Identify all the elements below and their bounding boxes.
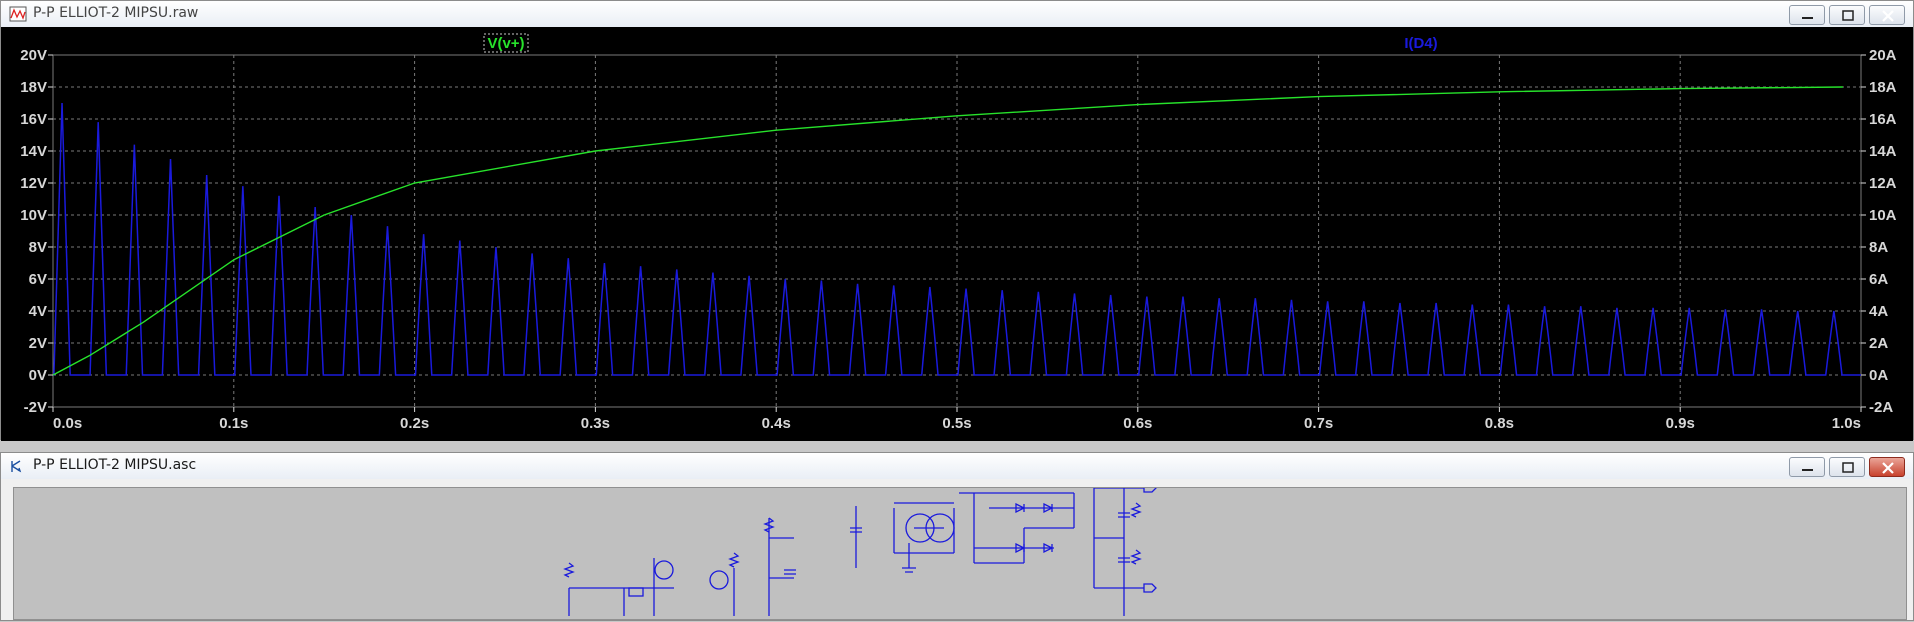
x-tick-label: 0.5s [942, 415, 971, 432]
schematic-resistor [728, 552, 740, 568]
y-right-tick-label: -2A [1869, 399, 1893, 416]
close-button[interactable] [1869, 457, 1905, 477]
minimize-icon [1802, 469, 1813, 471]
waveform-chart[interactable]: 20V 20A 18V 18A 16V 16A 14V 14A 12V 12A 10V 10A 8V 8A… [1, 27, 1913, 441]
y-left-tick-label: -2V [24, 399, 47, 416]
close-icon [1882, 462, 1894, 474]
y-right-tick-label: 10A [1869, 207, 1897, 224]
x-tick-label: 0.1s [219, 415, 248, 432]
y-right-tick-label: 16A [1869, 111, 1897, 128]
y-right-tick-label: 12A [1869, 175, 1897, 192]
y-right-tick-label: 20A [1869, 47, 1897, 64]
x-tick-label: 0.0s [53, 415, 82, 432]
minimize-icon [1802, 17, 1813, 19]
restore-icon [1842, 10, 1854, 21]
y-left-tick-label: 12V [20, 175, 47, 192]
x-tick-label: 0.3s [581, 415, 610, 432]
x-tick-label: 0.9s [1666, 415, 1695, 432]
window-title: P-P ELLIOT-2 MIPSU.raw [33, 5, 199, 21]
waveform-file-icon [9, 6, 27, 22]
maximize-button[interactable] [1829, 457, 1865, 477]
x-tick-label: 0.2s [400, 415, 429, 432]
schematic-wire [902, 543, 916, 573]
schematic-titlebar[interactable]: P-P ELLIOT-2 MIPSU.asc [1, 453, 1913, 479]
close-icon [1882, 10, 1894, 22]
trace-i-d4[interactable] [53, 102, 1861, 376]
x-tick-label: 0.4s [762, 415, 791, 432]
restore-icon [1842, 462, 1854, 473]
schematic-net-flag [1143, 483, 1157, 493]
y-left-tick-label: 20V [20, 47, 47, 64]
minimize-button[interactable] [1789, 457, 1825, 477]
x-tick-label: 0.8s [1485, 415, 1514, 432]
y-left-tick-label: 16V [20, 111, 47, 128]
y-left-tick-label: 18V [20, 79, 47, 96]
schematic-transistor [654, 560, 674, 580]
y-right-tick-label: 4A [1869, 303, 1888, 320]
maximize-button[interactable] [1829, 5, 1865, 25]
window-title: P-P ELLIOT-2 MIPSU.asc [33, 457, 197, 473]
schematic-resistor [1130, 502, 1142, 518]
waveform-titlebar[interactable]: P-P ELLIOT-2 MIPSU.raw [1, 1, 1913, 27]
close-button[interactable] [1869, 5, 1905, 25]
y-right-tick-label: 14A [1869, 143, 1897, 160]
schematic-drawing[interactable] [14, 483, 1908, 618]
plot-pane[interactable]: 20V 20A 18V 18A 16V 16A 14V 14A 12V 12A 10V 10A 8V 8A… [1, 27, 1913, 441]
minimize-button[interactable] [1789, 5, 1825, 25]
y-left-tick-label: 14V [20, 143, 47, 160]
y-left-tick-label: 2V [29, 335, 47, 352]
y-left-tick-label: 8V [29, 239, 47, 256]
schematic-resistor [563, 562, 575, 578]
schematic-wire [855, 502, 955, 568]
y-right-tick-label: 6A [1869, 271, 1888, 288]
schematic-window: P-P ELLIOT-2 MIPSU.asc [0, 452, 1914, 621]
legend-i-d4: I(D4) [1404, 35, 1437, 52]
y-left-tick-label: 6V [29, 271, 47, 288]
schematic-component [628, 587, 644, 597]
schematic-wire [959, 492, 1075, 564]
schematic-file-icon [11, 460, 22, 473]
x-tick-label: 1.0s [1832, 415, 1861, 432]
schematic-capacitor [784, 569, 796, 575]
schematic-transistor [709, 570, 729, 590]
x-tick-label: 0.6s [1123, 415, 1152, 432]
legend-v-vplus: V(v+) [487, 35, 524, 52]
schematic-canvas[interactable] [13, 483, 1908, 620]
y-left-tick-label: 4V [29, 303, 47, 320]
schematic-net-flag [1143, 583, 1157, 593]
y-left-tick-label: 10V [20, 207, 47, 224]
schematic-wire [568, 518, 794, 616]
y-right-tick-label: 2A [1869, 335, 1888, 352]
y-right-tick-label: 0A [1869, 367, 1888, 384]
y-right-tick-label: 18A [1869, 79, 1897, 96]
y-left-tick-label: 0V [29, 367, 47, 384]
x-tick-label: 0.7s [1304, 415, 1333, 432]
schematic-resistor [1130, 549, 1142, 565]
y-right-tick-label: 8A [1869, 239, 1888, 256]
waveform-window: P-P ELLIOT-2 MIPSU.raw 20V 20A 18V 18A 16V 16… [0, 0, 1914, 441]
